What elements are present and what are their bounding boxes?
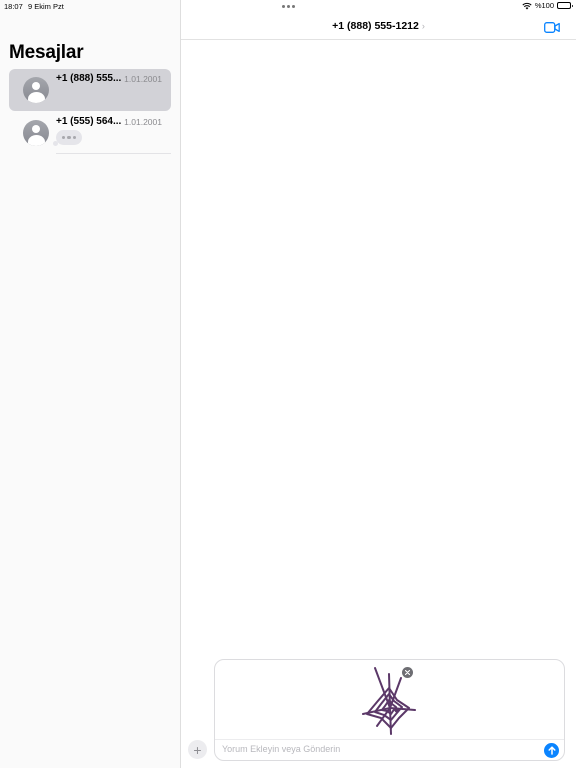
status-time: 18:07 — [4, 2, 23, 11]
conversation-date: 1.01.2001 — [124, 117, 162, 127]
conversation-name: +1 (555) 564... — [56, 116, 122, 127]
conversation-date: 1.01.2001 — [124, 74, 162, 84]
chevron-right-icon: › — [421, 21, 425, 31]
battery-percentage: %100 — [534, 1, 554, 10]
conversation-list: +1 (888) 555... 1.01.2001 +1 (555) 564..… — [9, 69, 171, 154]
battery-icon — [557, 2, 573, 9]
conversation-header: +1 (888) 555-1212 › — [181, 12, 576, 40]
sidebar: Mesajlar +1 (888) 555... 1.01.2001 +1 (5… — [0, 0, 181, 768]
conversation-title-button[interactable]: +1 (888) 555-1212 › — [181, 20, 576, 32]
video-call-button[interactable] — [544, 20, 560, 38]
status-bar: 18:07 9 Ekim Pzt %100 — [0, 0, 576, 12]
conversation-item[interactable]: +1 (555) 564... 1.01.2001 — [9, 112, 171, 154]
person-icon — [23, 120, 49, 146]
message-composer — [214, 659, 565, 761]
divider — [56, 153, 171, 154]
status-right-group: %100 — [522, 1, 573, 10]
conversation-item[interactable]: +1 (888) 555... 1.01.2001 — [9, 69, 171, 111]
wifi-icon — [522, 2, 532, 10]
video-camera-icon — [544, 22, 560, 33]
message-input[interactable] — [222, 744, 542, 754]
remove-attachment-button[interactable] — [402, 667, 413, 678]
typing-indicator-icon — [53, 130, 82, 146]
conversation-name: +1 (888) 555... — [56, 73, 122, 84]
send-arrow-icon — [547, 746, 556, 755]
plus-icon: + — [193, 741, 202, 758]
remove-x-icon — [405, 670, 410, 675]
divider — [215, 739, 564, 740]
conversation-pane: +1 (888) 555-1212 › Yorum Ekleyin veya G… — [181, 0, 576, 768]
status-date: 9 Ekim Pzt — [28, 2, 64, 11]
sidebar-title: Mesajlar — [9, 42, 84, 63]
apps-plus-button[interactable]: + — [188, 740, 207, 759]
conversation-title: +1 (888) 555-1212 — [332, 20, 419, 32]
send-button[interactable] — [544, 743, 559, 758]
person-icon — [23, 77, 49, 103]
